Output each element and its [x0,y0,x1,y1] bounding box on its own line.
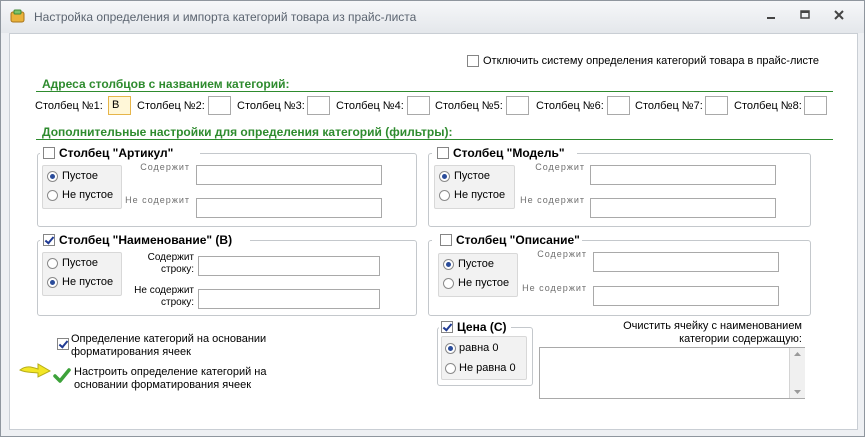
clear-cell-textarea[interactable] [539,347,805,399]
column-5-label: Столбец №5: [435,100,503,112]
scroll-arrows-icon [794,352,801,394]
filters-divider [36,139,833,140]
model-radio-nonempty-label: Не пустое [454,189,506,201]
model-radio-empty-label: Пустое [454,170,490,182]
columns-divider [36,91,833,92]
column-6-input[interactable] [607,96,630,115]
price-radio-nonzero-label: Не равна 0 [459,362,516,374]
format-detection-label-1: Определение категорий на основании [71,333,267,345]
name-radio-empty[interactable] [47,258,58,269]
name-contains-label-1: Содержит [147,252,194,263]
model-not-contains-input[interactable] [590,198,776,218]
description-title: Столбец "Описание" [456,233,580,247]
article-contains-label: Содержит [140,162,190,172]
name-contains-label-2: строку: [161,264,194,275]
window-title: Настройка определения и импорта категори… [34,10,417,24]
maximize-icon[interactable] [794,7,816,25]
settings-window: Настройка определения и импорта категори… [0,0,865,437]
column-1-label: Столбец №1: [35,100,103,112]
description-radio-empty[interactable] [443,259,454,270]
article-not-contains-input[interactable] [196,198,382,218]
article-radio-nonempty[interactable] [47,190,58,201]
name-not-contains-label-2: строку: [161,297,194,308]
model-radio-nonempty[interactable] [439,190,450,201]
price-title: Цена (C) [457,320,507,334]
column-7-label: Столбец №7: [635,100,703,112]
column-7-input[interactable] [705,96,728,115]
article-radio-nonempty-label: Не пустое [62,189,114,201]
model-contains-input[interactable] [590,165,776,185]
column-6-label: Столбец №6: [536,100,604,112]
column-2-input[interactable] [208,96,231,115]
article-checkbox[interactable] [43,147,55,159]
name-checkbox[interactable] [43,234,55,246]
description-radio-empty-label: Пустое [458,258,494,270]
column-3-label: Столбец №3: [237,100,305,112]
clear-cell-label-2: категории содержащую: [679,333,802,345]
name-radio-nonempty[interactable] [47,277,58,288]
price-radio-nonzero[interactable] [445,363,456,374]
name-contains-input[interactable] [198,256,380,276]
column-4-input[interactable] [407,96,430,115]
price-radio-zero-label: равна 0 [459,342,499,354]
description-radio-nonempty[interactable] [443,278,454,289]
column-4-label: Столбец №4: [336,100,404,112]
model-checkbox[interactable] [437,147,449,159]
description-contains-label: Содержит [537,249,587,259]
app-icon [10,9,25,23]
column-1-input[interactable]: B [108,96,131,115]
model-contains-label: Содержит [535,162,585,172]
yellow-arrow-icon [19,363,52,378]
close-icon[interactable] [828,7,850,25]
description-checkbox[interactable] [440,234,452,246]
name-radio-empty-label: Пустое [62,257,98,269]
name-not-contains-input[interactable] [198,289,380,309]
article-not-contains-label: Не содержит [125,195,190,205]
article-radio-empty[interactable] [47,171,58,182]
column-8-input[interactable] [804,96,827,115]
name-title: Столбец "Наименование" (B) [59,233,233,247]
name-radio-nonempty-label: Не пустое [62,276,114,288]
description-not-contains-input[interactable] [593,286,779,306]
format-detection-label-2: форматирования ячеек [71,346,191,358]
client-area: Отключить систему определения категорий … [9,33,858,430]
column-8-label: Столбец №8: [734,100,802,112]
clear-cell-label-1: Очистить ячейку с наименованием [623,320,802,332]
name-not-contains-label-1: Не содержит [134,285,194,296]
green-check-icon[interactable] [53,368,71,384]
clear-cell-scrollbar[interactable] [789,348,805,398]
price-radio-zero[interactable] [445,343,456,354]
description-not-contains-label: Не содержит [522,283,587,293]
description-radio-nonempty-label: Не пустое [458,277,510,289]
column-2-label: Столбец №2: [137,100,205,112]
format-detection-checkbox[interactable] [57,338,69,350]
article-contains-input[interactable] [196,165,382,185]
model-title: Столбец "Модель" [453,146,565,160]
filters-heading: Дополнительные настройки для определения… [42,125,453,139]
description-contains-input[interactable] [593,252,779,272]
price-checkbox[interactable] [441,321,453,333]
column-3-input[interactable] [307,96,330,115]
format-setup-link-1[interactable]: Настроить определение категорий на [74,366,266,378]
article-title: Столбец "Артикул" [59,146,174,160]
columns-heading: Адреса столбцов с названием категорий: [42,77,290,91]
minimize-icon[interactable] [760,7,782,25]
format-setup-link-2[interactable]: основании форматирования ячеек [74,379,251,391]
model-not-contains-label: Не содержит [520,195,585,205]
disable-system-checkbox[interactable] [467,55,479,67]
model-radio-empty[interactable] [439,171,450,182]
title-bar: Настройка определения и импорта категори… [1,1,864,33]
article-radio-empty-label: Пустое [62,170,98,182]
column-5-input[interactable] [506,96,529,115]
disable-system-label: Отключить систему определения категорий … [483,55,820,67]
